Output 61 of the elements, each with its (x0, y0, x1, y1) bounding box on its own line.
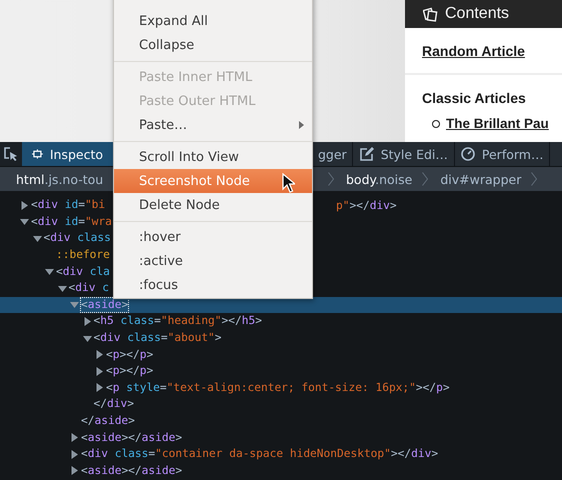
markup-line[interactable]: <p style="text-align:center; font-size: 16px;"></p> (106, 380, 450, 395)
pencil-square-icon (358, 146, 374, 162)
menu-item[interactable]: :hover (114, 225, 312, 249)
chevron-right-icon (328, 172, 334, 186)
sidebar-title: Contents (445, 5, 510, 23)
toolbox-tab[interactable]: Inspecto (22, 142, 113, 166)
twisty-icon[interactable] (45, 267, 54, 276)
twisty-icon[interactable] (82, 334, 92, 343)
twisty-icon[interactable] (82, 316, 92, 326)
markup-line[interactable]: ::before (56, 248, 110, 262)
chevron-right-icon (531, 172, 538, 186)
markup-line[interactable]: <div id="wra (31, 214, 112, 229)
pages-icon (423, 6, 438, 22)
twisty-icon[interactable] (70, 450, 79, 459)
markup-line[interactable]: <div c (68, 281, 109, 296)
markup-line[interactable]: <div class (44, 231, 111, 246)
markup-line[interactable]: <p></p> (106, 348, 154, 362)
gauge-icon (460, 147, 475, 161)
element-picker-button[interactable] (0, 142, 22, 166)
menu-item[interactable]: Paste… (114, 113, 312, 137)
twisty-icon[interactable] (58, 284, 66, 293)
twisty-icon[interactable] (70, 466, 79, 476)
breadcrumb[interactable]: body.noise (342, 172, 416, 186)
markup-line[interactable]: <aside></aside> (81, 430, 182, 445)
markup-line[interactable]: <h5 class="heading"></h5> (94, 314, 262, 328)
toolbox-tab[interactable]: Style Edi… (352, 142, 455, 166)
breadcrumb[interactable]: html.js.no-tou (12, 172, 113, 186)
twisty-icon[interactable] (32, 234, 42, 243)
twisty-icon[interactable] (70, 433, 79, 442)
random-article-link[interactable]: Random Article (422, 43, 562, 59)
markup-line[interactable]: <div class="container da-space hideNonDesktop"></div> (81, 447, 438, 462)
twisty-icon[interactable] (95, 366, 104, 376)
breadcrumb[interactable]: div#wrapper (436, 172, 526, 186)
markup-line[interactable]: <aside> (81, 298, 128, 312)
menu-item[interactable]: :focus (114, 273, 312, 297)
menu-item[interactable]: Delete Node (114, 193, 312, 217)
twisty-icon[interactable] (70, 300, 79, 310)
markup-line[interactable]: </aside> (81, 414, 135, 428)
mouse-pointer-icon (282, 173, 295, 193)
markup-fragment: p"></div> (335, 198, 397, 212)
picker-icon (4, 147, 18, 161)
markup-line[interactable]: <div class="about"> (94, 331, 222, 346)
markup-line[interactable]: <div cla (56, 264, 110, 279)
twisty-icon[interactable] (20, 200, 29, 210)
markup-line[interactable]: <div id="bi (31, 198, 106, 212)
menu-item[interactable]: Scroll Into View (114, 145, 312, 169)
inspector-icon (32, 148, 43, 160)
menu-item[interactable]: :active (114, 249, 312, 273)
markup-line[interactable]: <p></p> (106, 364, 154, 378)
menu-item[interactable]: Expand All (114, 9, 312, 33)
section-heading: Classic Articles (422, 90, 527, 106)
twisty-icon[interactable] (95, 350, 104, 360)
markup-line[interactable]: <aside></aside> (81, 464, 182, 478)
bullet-icon (432, 120, 440, 128)
menu-item[interactable]: Collapse (114, 33, 312, 57)
markup-line[interactable]: </div> (94, 397, 134, 412)
article-link[interactable]: The Brillant Pau (446, 116, 549, 131)
twisty-icon[interactable] (95, 383, 104, 392)
twisty-icon[interactable] (20, 217, 29, 226)
chevron-right-icon (422, 172, 428, 186)
toolbox-tab[interactable]: Perform… (454, 142, 550, 166)
